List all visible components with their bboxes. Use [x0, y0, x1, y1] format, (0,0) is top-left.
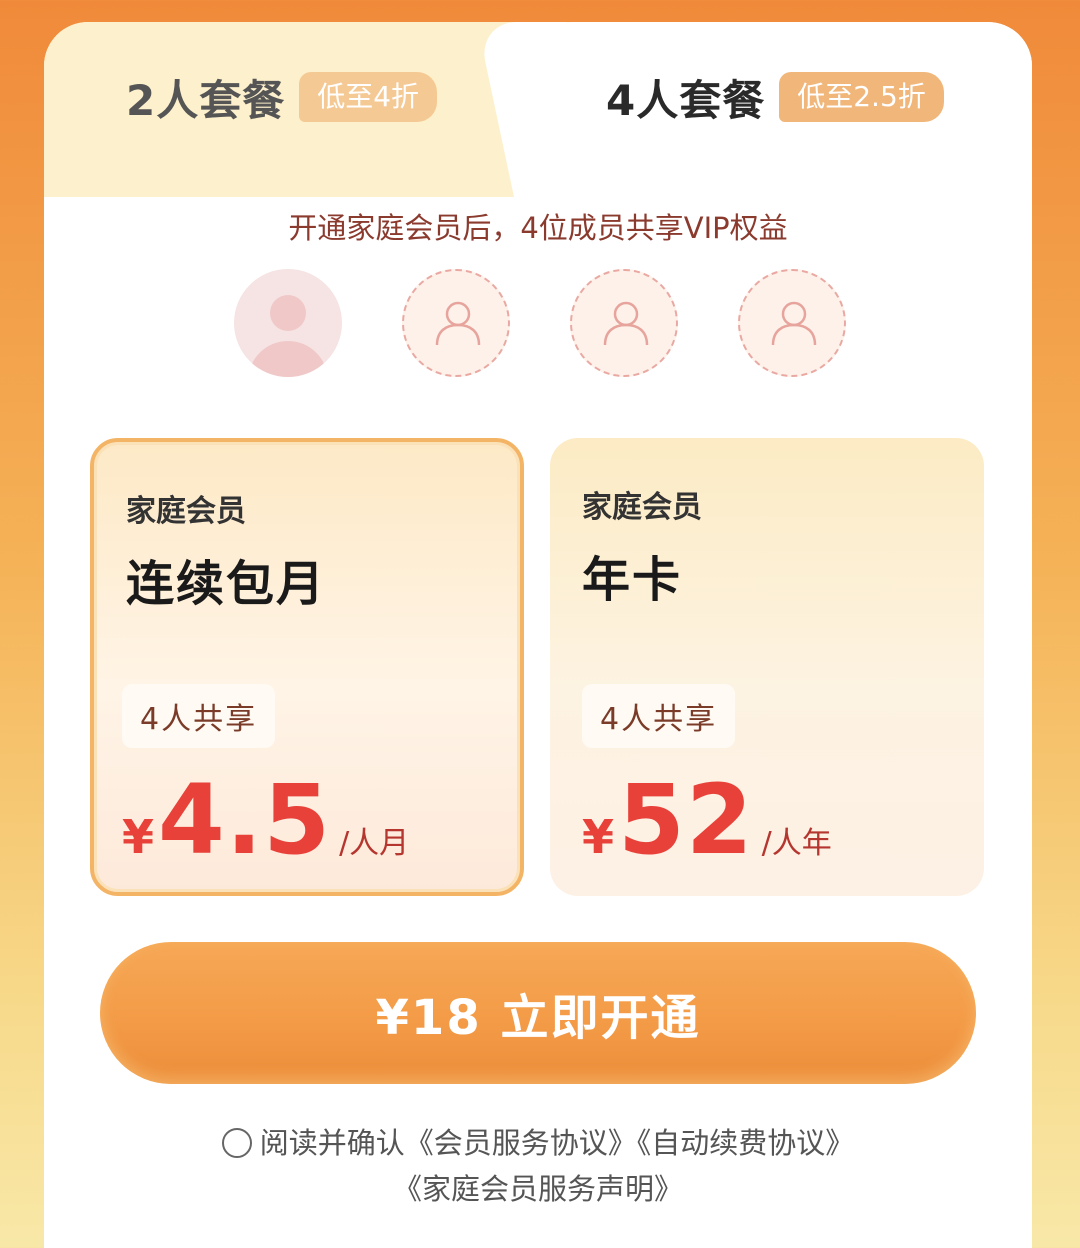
- tab-2-title: 2人套餐: [126, 75, 286, 125]
- member-avatar-owner[interactable]: [234, 269, 342, 377]
- plan-price: ¥ 52 /人年: [582, 772, 832, 868]
- person-outline-icon: [435, 301, 481, 346]
- price-currency: ¥: [582, 810, 615, 864]
- family-service-statement-link[interactable]: 《家庭会员服务声明》: [393, 1172, 683, 1206]
- plan-name: 年卡: [582, 552, 683, 608]
- price-amount: 52: [618, 764, 754, 876]
- tab-4-title: 4人套餐: [606, 75, 766, 125]
- price-unit: /人月: [339, 826, 410, 861]
- activate-now-button[interactable]: ¥18 立即开通: [100, 942, 976, 1084]
- person-outline-icon: [603, 301, 649, 346]
- agree-radio[interactable]: [221, 1128, 252, 1158]
- member-slot-4[interactable]: [738, 269, 846, 377]
- member-service-agreement-link[interactable]: 《会员服务协议》: [405, 1126, 637, 1160]
- plan-share-tag: 4人共享: [582, 684, 736, 748]
- price-amount: 4.5: [158, 764, 332, 876]
- tab-2-discount-badge: 低至4折: [299, 72, 438, 122]
- avatar-placeholder: [270, 295, 306, 331]
- plan-name: 连续包月: [126, 556, 327, 612]
- plan-options: 家庭会员 连续包月 4人共享 ¥ 4.5 /人月 家庭会员 年卡 4人共享 ¥ …: [90, 438, 984, 896]
- person-outline-icon: [771, 301, 817, 346]
- tab-4-discount-badge: 低至2.5折: [779, 72, 944, 122]
- family-share-subtitle: 开通家庭会员后，4位成员共享VIP权益: [288, 211, 788, 245]
- membership-card: 2人套餐 低至4折 4人套餐 低至2.5折 开通家庭会员后，4位成员共享VIP权…: [44, 22, 1032, 1248]
- plan-monthly-card[interactable]: 家庭会员 连续包月 4人共享 ¥ 4.5 /人月: [90, 438, 524, 896]
- price-currency: ¥: [122, 810, 155, 864]
- auto-renew-agreement-link[interactable]: 《自动续费协议》: [637, 1126, 855, 1160]
- member-avatars: [234, 269, 846, 377]
- agreement-text: 阅读并确认《会员服务协议》《自动续费协议》 《家庭会员服务声明》: [44, 1120, 1032, 1212]
- plan-category: 家庭会员: [126, 494, 246, 529]
- plan-share-tag: 4人共享: [122, 684, 276, 748]
- member-slot-3[interactable]: [570, 269, 678, 377]
- plan-category: 家庭会员: [582, 490, 702, 525]
- plan-price: ¥ 4.5 /人月: [122, 772, 409, 868]
- tab-4-person-plan[interactable]: 4人套餐 低至2.5折: [606, 70, 944, 125]
- plan-yearly-card[interactable]: 家庭会员 年卡 4人共享 ¥ 52 /人年: [550, 438, 984, 896]
- member-slot-2[interactable]: [402, 269, 510, 377]
- agreement-prefix: 阅读并确认: [259, 1126, 405, 1160]
- price-unit: /人年: [761, 826, 832, 861]
- tab-2-person-plan[interactable]: 2人套餐 低至4折: [126, 70, 438, 125]
